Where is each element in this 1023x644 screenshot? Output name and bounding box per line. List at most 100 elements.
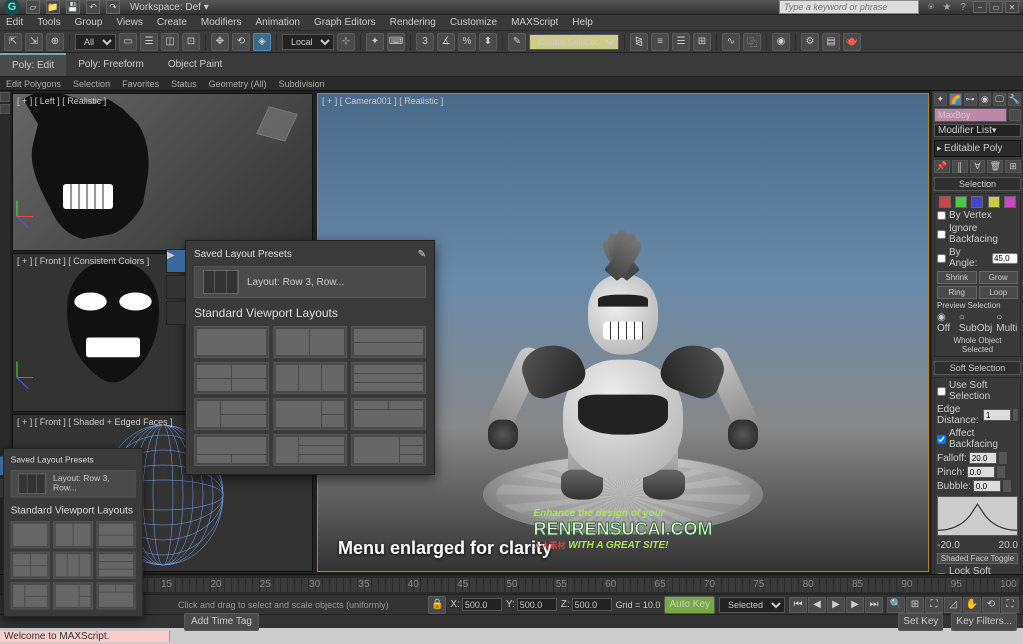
pinch-spinner[interactable]: [967, 466, 995, 478]
angle-snap-icon[interactable]: ∡: [437, 33, 455, 51]
keyboard-icon[interactable]: ⌨: [387, 33, 405, 51]
loop-button[interactable]: Loop: [979, 286, 1019, 299]
subtab-geometry[interactable]: Geometry (All): [209, 79, 267, 89]
rotate-icon[interactable]: ⟲: [232, 33, 250, 51]
menu-tools[interactable]: Tools: [37, 17, 60, 28]
fov-icon[interactable]: ◿: [944, 597, 962, 613]
layout-tab-1[interactable]: [0, 456, 4, 476]
layout-option[interactable]: [11, 521, 50, 548]
bubble-spinner[interactable]: [973, 480, 1001, 492]
subtab-status[interactable]: Status: [171, 79, 197, 89]
by-angle-check[interactable]: By Angle:: [937, 247, 1018, 269]
spinner-snap-icon[interactable]: ⬍: [479, 33, 497, 51]
soft-selection-rollout-header[interactable]: Soft Selection: [934, 361, 1021, 375]
layout-option[interactable]: [194, 434, 269, 466]
align-icon[interactable]: ≡: [651, 33, 669, 51]
z-coord-field[interactable]: [572, 598, 612, 611]
ribbon-tab-objectpaint[interactable]: Object Paint: [156, 53, 234, 76]
help-icon[interactable]: ?: [957, 1, 969, 13]
key-filters-button[interactable]: Key Filters...: [951, 613, 1017, 631]
layout-option[interactable]: [351, 326, 426, 358]
key-mode-select[interactable]: Selected: [719, 597, 785, 613]
snap-icon[interactable]: 3: [416, 33, 434, 51]
prev-frame-icon[interactable]: ◀: [808, 597, 826, 613]
layout-option[interactable]: [11, 552, 50, 579]
edge-dist-spinner[interactable]: [983, 409, 1011, 421]
select-icon[interactable]: ▭: [119, 33, 137, 51]
ribbon-tab-freeform[interactable]: Poly: Freeform: [66, 53, 156, 76]
layout-option[interactable]: [273, 434, 348, 466]
undo-icon[interactable]: ↶: [86, 0, 100, 14]
configure-icon[interactable]: ⊞: [1005, 160, 1021, 173]
select-name-icon[interactable]: ☰: [140, 33, 158, 51]
unlink-icon[interactable]: ⇲: [25, 33, 43, 51]
edge-subobj-icon[interactable]: [955, 196, 967, 208]
edit-icon[interactable]: ✎: [418, 249, 426, 260]
pin-stack-icon[interactable]: 📌: [934, 160, 950, 173]
subtab-subdivision[interactable]: Subdivision: [279, 79, 325, 89]
layout-tab-1[interactable]: ▶: [166, 249, 186, 273]
set-key-button[interactable]: Set Key: [898, 613, 943, 631]
menu-customize[interactable]: Customize: [450, 17, 497, 28]
subtab-editpoly[interactable]: Edit Polygons: [6, 79, 61, 89]
window-crossing-icon[interactable]: ⊡: [182, 33, 200, 51]
zoom-all-icon[interactable]: ⊞: [906, 597, 924, 613]
schematic-icon[interactable]: ⿻: [743, 33, 761, 51]
redo-icon[interactable]: ↷: [106, 0, 120, 14]
hierarchy-tab-icon[interactable]: ⊶: [964, 93, 977, 106]
layout-option[interactable]: [53, 582, 92, 609]
mirror-icon[interactable]: ⧎: [630, 33, 648, 51]
layer-manager-icon[interactable]: ⊞: [693, 33, 711, 51]
lock-soft-sel-check[interactable]: Lock Soft Selection: [937, 566, 1018, 574]
modifier-stack[interactable]: ▸ Editable Poly: [934, 140, 1021, 157]
move-icon[interactable]: ✥: [211, 33, 229, 51]
layout-option[interactable]: [96, 552, 135, 579]
scale-icon[interactable]: ◈: [253, 33, 271, 51]
layout-option[interactable]: [273, 362, 348, 394]
modifier-list[interactable]: Modifier List ▾: [934, 124, 1021, 137]
new-icon[interactable]: ▱: [26, 0, 40, 14]
subtab-selection[interactable]: Selection: [73, 79, 110, 89]
layout-tab-3[interactable]: [166, 301, 186, 325]
minimize-button[interactable]: −: [973, 1, 987, 13]
percent-snap-icon[interactable]: %: [458, 33, 476, 51]
layout-option[interactable]: [273, 326, 348, 358]
search-box[interactable]: [779, 0, 919, 14]
render-icon[interactable]: 🫖: [843, 33, 861, 51]
add-time-tag-button[interactable]: Add Time Tag: [184, 613, 259, 631]
shrink-button[interactable]: Shrink: [937, 271, 977, 284]
layout-option[interactable]: [194, 362, 269, 394]
play-icon[interactable]: ▶: [827, 597, 845, 613]
search-input[interactable]: [779, 0, 919, 14]
layout-tab-2[interactable]: [166, 275, 186, 299]
object-name-field[interactable]: MaxBoy: [934, 108, 1007, 122]
by-vertex-check[interactable]: By Vertex: [937, 210, 1018, 221]
menu-create[interactable]: Create: [157, 17, 187, 28]
layout-strip-btn1[interactable]: [0, 92, 10, 102]
coord-system[interactable]: Local: [282, 34, 334, 50]
select-region-icon[interactable]: ◫: [161, 33, 179, 51]
menu-edit[interactable]: Edit: [6, 17, 23, 28]
named-selection-set[interactable]: Create Selection S: [529, 34, 619, 50]
menu-maxscript[interactable]: MAXScript: [511, 17, 558, 28]
layers-icon[interactable]: ☰: [672, 33, 690, 51]
material-editor-icon[interactable]: ◉: [772, 33, 790, 51]
selection-rollout-header[interactable]: Selection: [934, 177, 1021, 191]
signin-icon[interactable]: ⍟: [925, 1, 937, 13]
maximize-vp-icon[interactable]: ⛶: [1001, 597, 1019, 613]
subtab-favorites[interactable]: Favorites: [122, 79, 159, 89]
render-frame-icon[interactable]: ▤: [822, 33, 840, 51]
save-icon[interactable]: 💾: [66, 0, 80, 14]
layout-option[interactable]: [194, 326, 269, 358]
preview-off-radio[interactable]: ◉ Off: [937, 312, 955, 334]
lock-selection-icon[interactable]: 🔒: [428, 596, 446, 614]
menu-help[interactable]: Help: [572, 17, 593, 28]
menu-group[interactable]: Group: [75, 17, 103, 28]
viewcube-icon[interactable]: [252, 99, 302, 149]
bind-icon[interactable]: ⊕: [46, 33, 64, 51]
falloff-spinner[interactable]: [969, 452, 997, 464]
zoom-extents-icon[interactable]: ⛶: [925, 597, 943, 613]
polygon-subobj-icon[interactable]: [988, 196, 1000, 208]
layout-option[interactable]: [53, 521, 92, 548]
layout-option[interactable]: [351, 434, 426, 466]
